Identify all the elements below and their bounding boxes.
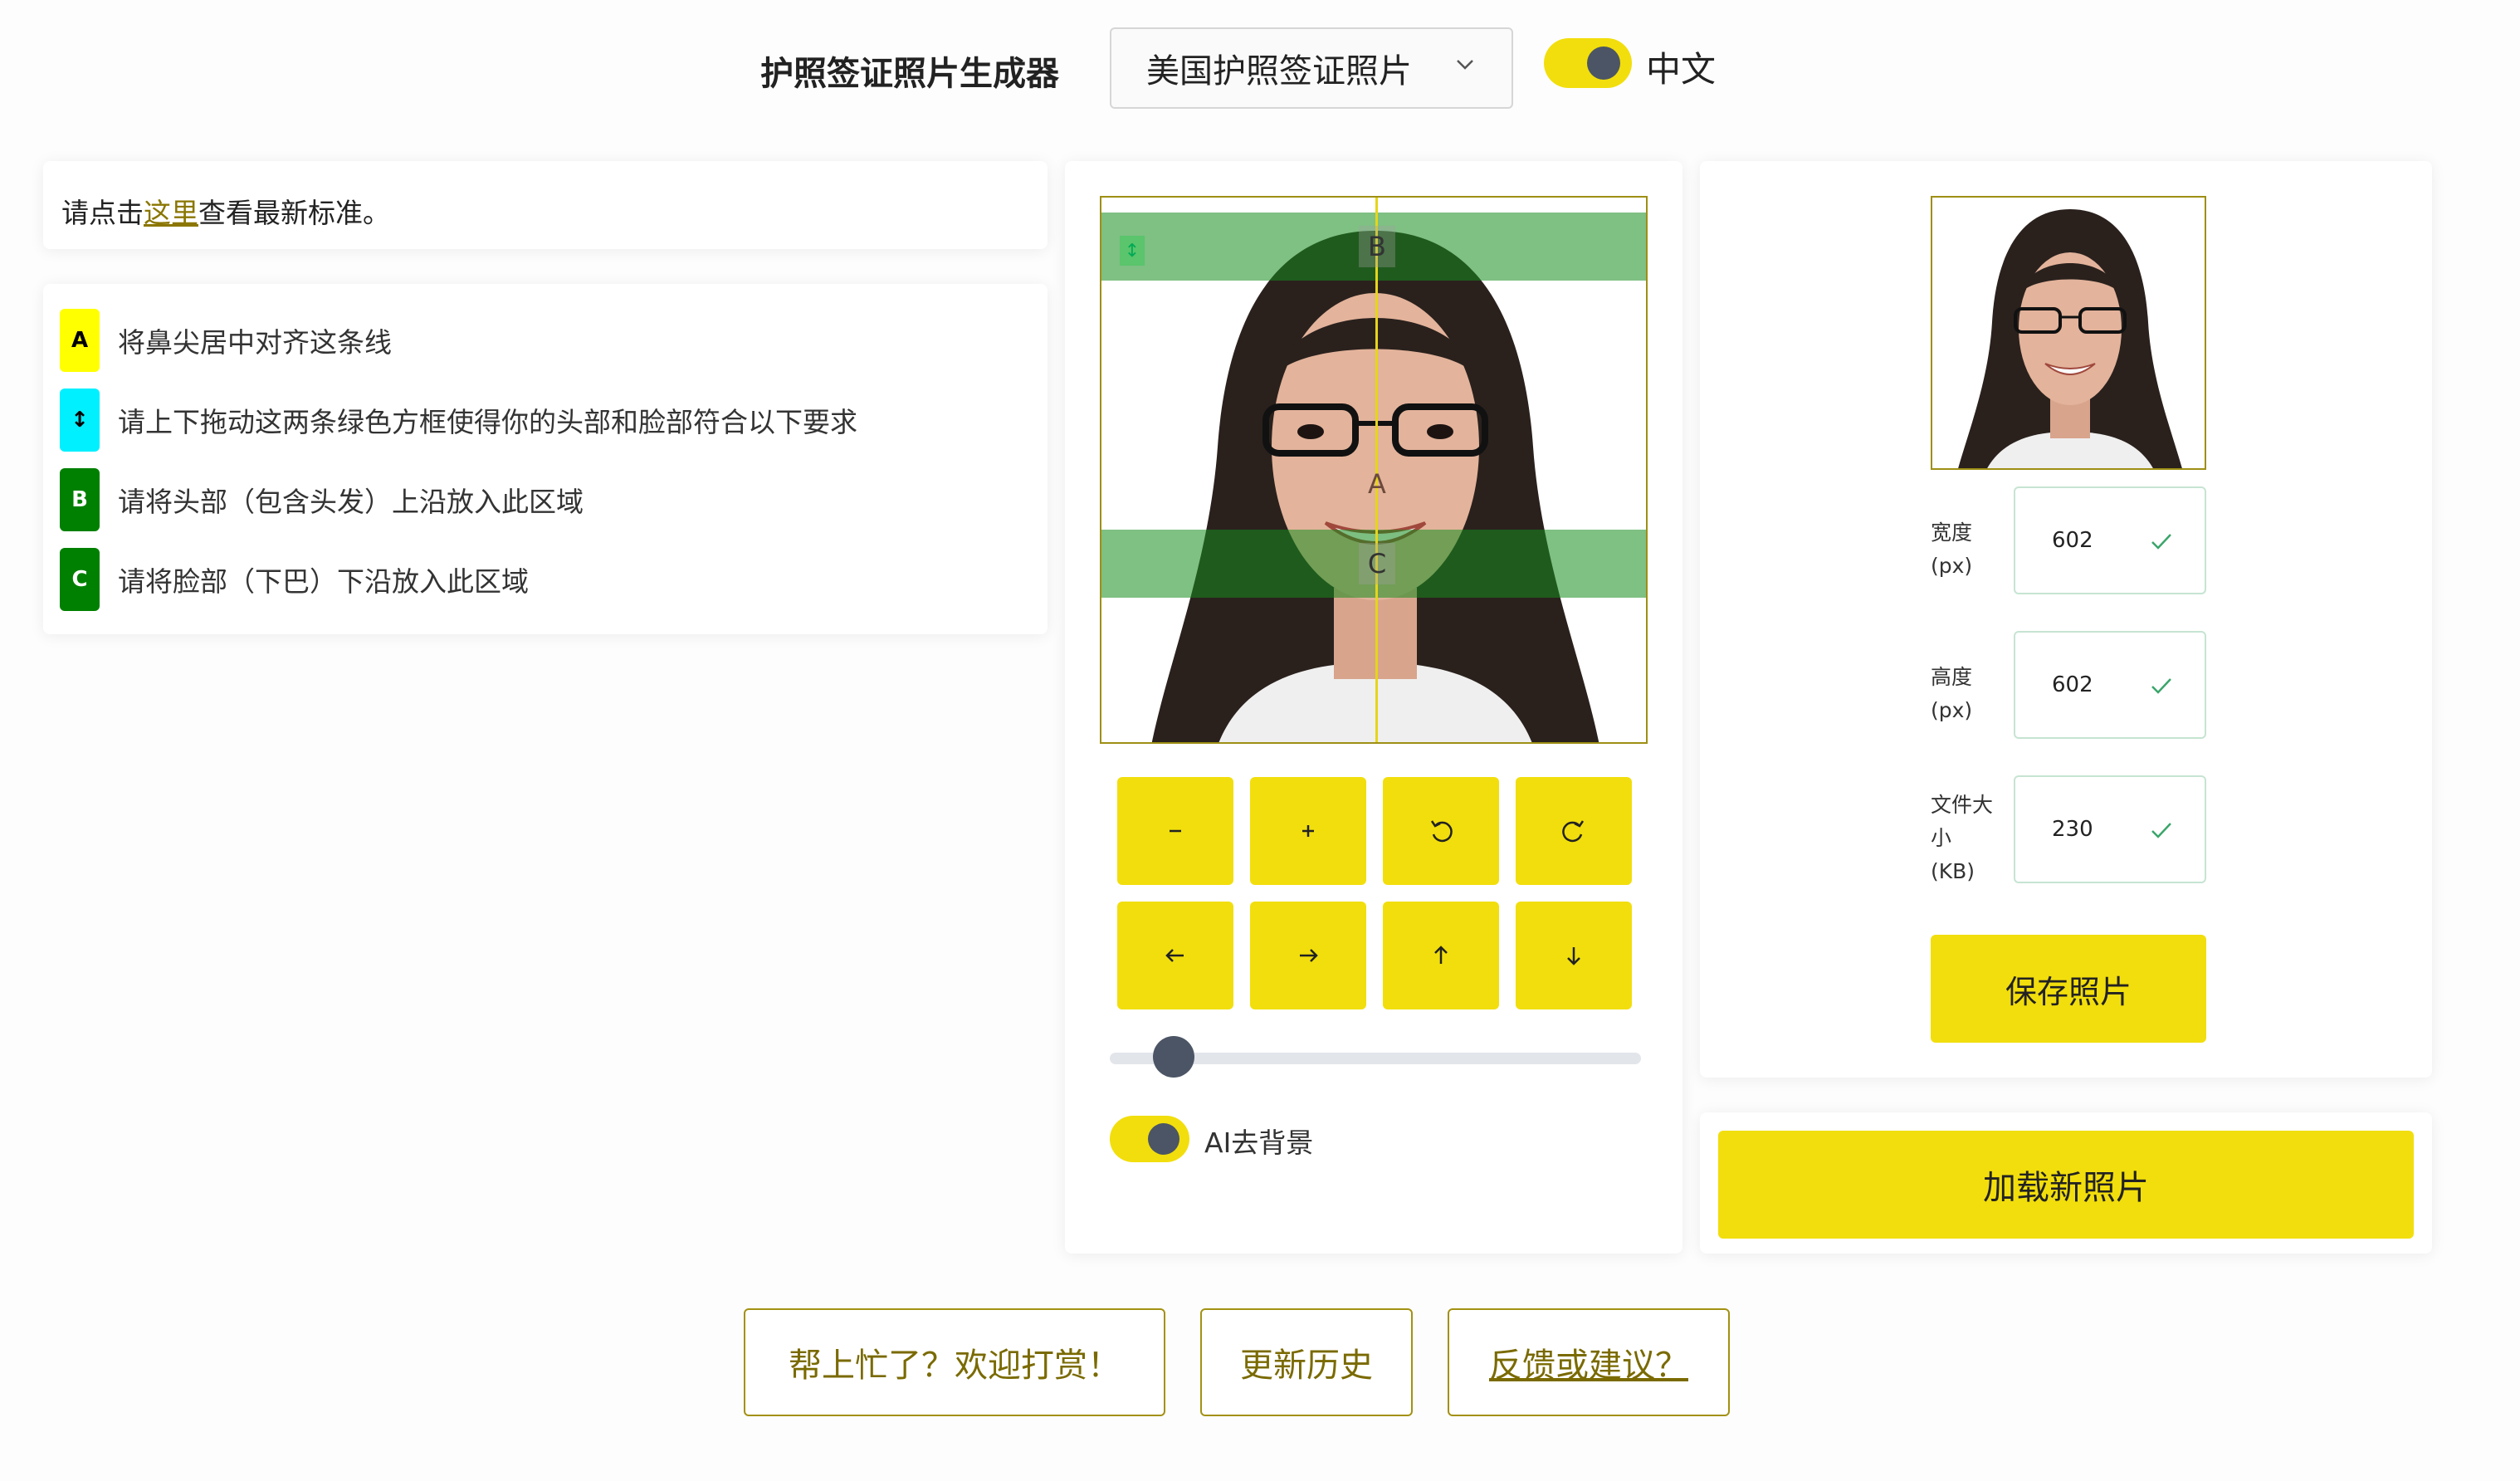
height-field[interactable]: 602: [2014, 631, 2206, 739]
feedback-button[interactable]: 反馈或建议？: [1448, 1308, 1730, 1416]
legend-badge-a: A: [60, 309, 100, 372]
ai-background-toggle[interactable]: [1110, 1116, 1189, 1162]
notice-prefix: 请点击: [61, 197, 144, 229]
file-size-label-text: 文件大: [1931, 793, 1994, 817]
zoom-in-button[interactable]: [1250, 777, 1366, 885]
app-title: 护照签证照片生成器: [760, 55, 1059, 93]
drag-handle-icon[interactable]: ↕: [1120, 236, 1145, 266]
width-value: 602: [2052, 528, 2093, 553]
file-size-label: 文件大 小 (KB): [1931, 789, 1993, 888]
arrow-up-icon: [1434, 946, 1448, 964]
arrow-left-icon: [1165, 949, 1184, 962]
legend-text: 请上下拖动这两条绿色方框使得你的头部和脸部符合以下要求: [118, 406, 857, 438]
height-label-text: 高度: [1931, 665, 1973, 689]
update-history-button[interactable]: 更新历史: [1200, 1308, 1413, 1416]
language-label: 中文: [1646, 49, 1717, 90]
rotate-left-icon: [1430, 820, 1453, 843]
notice-suffix: 查看最新标准。: [198, 197, 390, 229]
width-label: 宽度 (px): [1931, 516, 1972, 583]
width-label-text: 宽度: [1931, 521, 1973, 545]
minus-icon: [1170, 829, 1181, 833]
toggle-knob: [1587, 46, 1620, 80]
move-left-button[interactable]: [1117, 902, 1233, 1009]
save-photo-button[interactable]: 保存照片: [1931, 935, 2206, 1043]
plus-icon: [1302, 825, 1314, 837]
legend-badge-b: B: [60, 468, 100, 531]
check-icon: [2151, 678, 2171, 694]
file-size-label-unit: (KB): [1931, 859, 1975, 883]
ai-background-label: AI去背景: [1204, 1127, 1314, 1159]
document-type-select[interactable]: 美国护照签证照片: [1110, 27, 1513, 109]
preview-portrait-image: [1932, 198, 2205, 468]
feedback-label: 反馈或建议？: [1489, 1347, 1688, 1385]
document-type-value: 美国护照签证照片: [1146, 52, 1412, 90]
move-right-button[interactable]: [1250, 902, 1366, 1009]
guide-legend: A 将鼻尖居中对齐这条线 ↕ 请上下拖动这两条绿色方框使得你的头部和脸部符合以下…: [43, 284, 1048, 634]
check-icon: [2151, 823, 2171, 838]
legend-item: B 请将头部（包含头发）上沿放入此区域: [60, 460, 1031, 540]
language-toggle[interactable]: [1544, 38, 1632, 88]
legend-item: ↕ 请上下拖动这两条绿色方框使得你的头部和脸部符合以下要求: [60, 380, 1031, 460]
file-size-value: 230: [2052, 817, 2093, 842]
file-size-label-text-2: 小: [1931, 826, 1952, 850]
load-new-photo-button[interactable]: 加载新照片: [1718, 1131, 2414, 1239]
legend-text: 将鼻尖居中对齐这条线: [118, 326, 392, 359]
legend-badge-c: C: [60, 548, 100, 611]
rotate-right-icon: [1562, 820, 1585, 843]
check-icon: [2151, 534, 2171, 550]
marker-b: B: [1359, 226, 1395, 267]
legend-text: 请将头部（包含头发）上沿放入此区域: [118, 486, 584, 518]
legend-text: 请将脸部（下巴）下沿放入此区域: [118, 565, 529, 598]
legend-item: C 请将脸部（下巴）下沿放入此区域: [60, 540, 1031, 619]
height-value: 602: [2052, 672, 2093, 697]
photo-canvas[interactable]: B A C ↕: [1100, 196, 1648, 744]
standards-notice: 请点击这里查看最新标准。: [43, 161, 1048, 249]
toggle-knob: [1148, 1123, 1179, 1155]
load-panel: 加载新照片: [1700, 1112, 2432, 1254]
donate-button[interactable]: 帮上忙了？欢迎打赏！: [744, 1308, 1165, 1416]
zoom-slider-handle[interactable]: [1152, 1036, 1194, 1078]
zoom-out-button[interactable]: [1117, 777, 1233, 885]
marker-c: C: [1359, 543, 1395, 584]
chevron-down-icon: [1457, 60, 1473, 70]
move-down-button[interactable]: [1516, 902, 1632, 1009]
width-label-unit: (px): [1931, 554, 1973, 578]
file-size-field[interactable]: 230: [2014, 775, 2206, 883]
rotate-left-button[interactable]: [1383, 777, 1499, 885]
photo-editor: B A C ↕ AI去背景: [1065, 161, 1682, 1254]
arrow-down-icon: [1567, 947, 1580, 965]
result-panel: 宽度 (px) 602 高度 (px) 602 文件大 小 (KB) 230 保…: [1700, 161, 2432, 1078]
height-label: 高度 (px): [1931, 661, 1972, 727]
legend-item: A 将鼻尖居中对齐这条线: [60, 301, 1031, 380]
width-field[interactable]: 602: [2014, 486, 2206, 594]
rotate-right-button[interactable]: [1516, 777, 1632, 885]
height-label-unit: (px): [1931, 698, 1973, 722]
move-up-button[interactable]: [1383, 902, 1499, 1009]
result-preview: [1931, 196, 2206, 470]
standards-link[interactable]: 这里: [144, 197, 198, 229]
legend-badge-drag: ↕: [60, 389, 100, 452]
marker-a: A: [1368, 468, 1386, 500]
arrow-right-icon: [1300, 949, 1318, 962]
